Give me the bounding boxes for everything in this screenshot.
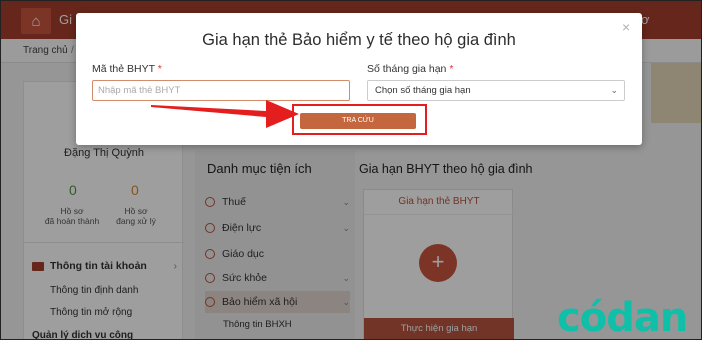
months-select[interactable]: Chọn số tháng gia hạn ⌄ [367,80,625,101]
modal-title: Gia hạn thẻ Bảo hiểm y tế theo hộ gia đì… [202,31,516,49]
months-select-value: Chọn số tháng gia hạn [375,85,471,96]
screenshot-frame: ⌂ Gi ơ Trang chủ / Đặng Thị Quỳnh 0 Hồ s… [0,0,702,340]
watermark-logo: códan [557,295,688,340]
months-label: Số tháng gia hạn * [367,63,454,75]
search-button[interactable]: TRA CỨU [300,113,416,129]
card-number-label: Mã thẻ BHYT * [92,63,162,75]
close-icon[interactable]: × [622,19,630,35]
chevron-down-icon: ⌄ [610,85,618,95]
pointer-arrow-icon [151,100,299,128]
